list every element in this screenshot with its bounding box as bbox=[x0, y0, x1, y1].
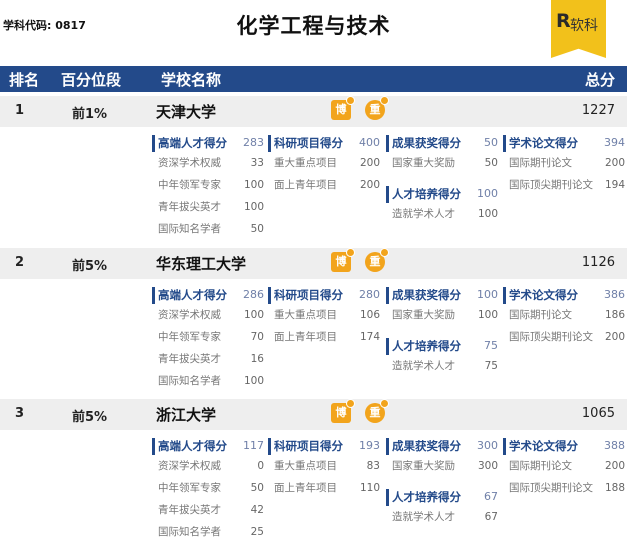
item-general-projects: 面上青年项目 200 bbox=[274, 179, 380, 191]
item-major-projects: 重大重点项目 83 bbox=[274, 460, 380, 472]
item-general-projects: 面上青年项目 110 bbox=[274, 482, 380, 494]
talent-column: 高端人才得分 117 资深学术权威 0 中年领军专家 50 青年拔尖英才 42 国际知名… bbox=[152, 438, 264, 540]
category-papers: 学术论文得分 386 bbox=[503, 287, 625, 304]
header-total: 总分 bbox=[584, 71, 615, 89]
university-row[interactable]: 3 前5% 浙江大学 博 重 1065 bbox=[0, 399, 627, 430]
project-column: 科研项目得分 400 重大重点项目 200 面上青年项目 200 bbox=[268, 135, 380, 196]
logo-text: 软科 bbox=[570, 18, 598, 34]
key-discipline-badge-icon: 重 bbox=[365, 248, 389, 272]
total-score: 1126 bbox=[581, 255, 615, 270]
score-detail: 高端人才得分 286 资深学术权威 100 中年领军专家 70 青年拔尖英才 16 国际… bbox=[0, 279, 627, 397]
item-national-award: 国家重大奖励 50 bbox=[392, 157, 498, 169]
item-top-journal: 国际顶尖期刊论文 200 bbox=[509, 331, 625, 343]
score-detail: 高端人才得分 283 资深学术权威 33 中年领军专家 100 青年拔尖英才 100 国… bbox=[0, 127, 627, 245]
item-major-projects: 重大重点项目 106 bbox=[274, 309, 380, 321]
item-national-award: 国家重大奖励 300 bbox=[392, 460, 498, 472]
item-national-award: 国家重大奖励 100 bbox=[392, 309, 498, 321]
rank-value: 1 bbox=[15, 103, 25, 118]
university-name[interactable]: 华东理工大学 bbox=[156, 253, 246, 274]
rank-value: 3 bbox=[15, 406, 25, 421]
category-training: 人才培养得分 100 bbox=[386, 186, 498, 203]
university-row[interactable]: 2 前5% 华东理工大学 博 重 1126 bbox=[0, 248, 627, 279]
page-title: 化学工程与技术 bbox=[236, 14, 391, 38]
item-intl-journal: 国际期刊论文 186 bbox=[509, 309, 625, 321]
doctoral-badge-icon: 博 bbox=[331, 96, 355, 120]
header-rank: 排名 bbox=[9, 71, 40, 89]
item-international-scholar: 国际知名学者 100 bbox=[158, 375, 264, 387]
university-name[interactable]: 天津大学 bbox=[156, 101, 216, 122]
item-midcareer-expert: 中年领军专家 70 bbox=[158, 331, 264, 343]
category-talent: 高端人才得分 286 bbox=[152, 287, 264, 304]
project-column: 科研项目得分 280 重大重点项目 106 面上青年项目 174 bbox=[268, 287, 380, 348]
category-papers: 学术论文得分 388 bbox=[503, 438, 625, 455]
item-young-talent: 青年拔尖英才 100 bbox=[158, 201, 264, 213]
item-intl-journal: 国际期刊论文 200 bbox=[509, 460, 625, 472]
paper-column: 学术论文得分 388 国际期刊论文 200 国际顶尖期刊论文 188 bbox=[503, 438, 625, 499]
category-training: 人才培养得分 67 bbox=[386, 489, 498, 506]
university-name[interactable]: 浙江大学 bbox=[156, 404, 216, 425]
item-international-scholar: 国际知名学者 25 bbox=[158, 526, 264, 538]
project-column: 科研项目得分 193 重大重点项目 83 面上青年项目 110 bbox=[268, 438, 380, 499]
rank-value: 2 bbox=[15, 255, 25, 270]
logo-r-icon: R bbox=[556, 10, 571, 32]
item-trained-talent: 造就学术人才 67 bbox=[392, 511, 498, 523]
item-international-scholar: 国际知名学者 50 bbox=[158, 223, 264, 235]
total-score: 1227 bbox=[581, 103, 615, 118]
category-papers: 学术论文得分 394 bbox=[503, 135, 625, 152]
score-detail: 高端人才得分 117 资深学术权威 0 中年领军专家 50 青年拔尖英才 42 国际知名… bbox=[0, 430, 627, 540]
award-column: 成果获奖得分 50 国家重大奖励 50 人才培养得分 100 造就学术人才 100 bbox=[386, 135, 498, 225]
item-top-journal: 国际顶尖期刊论文 194 bbox=[509, 179, 625, 191]
header-percentile: 百分位段 bbox=[61, 71, 122, 89]
header-school: 学校名称 bbox=[161, 71, 222, 89]
doctoral-badge-icon: 博 bbox=[331, 248, 355, 272]
doctoral-badge-icon: 博 bbox=[331, 399, 355, 423]
paper-column: 学术论文得分 386 国际期刊论文 186 国际顶尖期刊论文 200 bbox=[503, 287, 625, 348]
table-header: 排名 百分位段 学校名称 总分 bbox=[0, 66, 627, 92]
item-midcareer-expert: 中年领军专家 100 bbox=[158, 179, 264, 191]
category-talent: 高端人才得分 117 bbox=[152, 438, 264, 455]
item-intl-journal: 国际期刊论文 200 bbox=[509, 157, 625, 169]
category-awards: 成果获奖得分 300 bbox=[386, 438, 498, 455]
category-training: 人才培养得分 75 bbox=[386, 338, 498, 355]
item-general-projects: 面上青年项目 174 bbox=[274, 331, 380, 343]
percentile-value: 前1% bbox=[72, 107, 108, 122]
item-top-journal: 国际顶尖期刊论文 188 bbox=[509, 482, 625, 494]
total-score: 1065 bbox=[581, 406, 615, 421]
category-awards: 成果获奖得分 100 bbox=[386, 287, 498, 304]
category-awards: 成果获奖得分 50 bbox=[386, 135, 498, 152]
key-discipline-badge-icon: 重 bbox=[365, 96, 389, 120]
item-trained-talent: 造就学术人才 100 bbox=[392, 208, 498, 220]
item-senior-authority: 资深学术权威 0 bbox=[158, 460, 264, 472]
percentile-value: 前5% bbox=[72, 410, 108, 425]
ruanke-logo: R 软科 bbox=[551, 0, 606, 58]
category-projects: 科研项目得分 193 bbox=[268, 438, 380, 455]
talent-column: 高端人才得分 283 资深学术权威 33 中年领军专家 100 青年拔尖英才 100 国… bbox=[152, 135, 264, 240]
paper-column: 学术论文得分 394 国际期刊论文 200 国际顶尖期刊论文 194 bbox=[503, 135, 625, 196]
item-senior-authority: 资深学术权威 33 bbox=[158, 157, 264, 169]
category-projects: 科研项目得分 400 bbox=[268, 135, 380, 152]
item-major-projects: 重大重点项目 200 bbox=[274, 157, 380, 169]
item-senior-authority: 资深学术权威 100 bbox=[158, 309, 264, 321]
item-young-talent: 青年拔尖英才 42 bbox=[158, 504, 264, 516]
item-young-talent: 青年拔尖英才 16 bbox=[158, 353, 264, 365]
percentile-value: 前5% bbox=[72, 259, 108, 274]
category-talent: 高端人才得分 283 bbox=[152, 135, 264, 152]
key-discipline-badge-icon: 重 bbox=[365, 399, 389, 423]
item-trained-talent: 造就学术人才 75 bbox=[392, 360, 498, 372]
award-column: 成果获奖得分 100 国家重大奖励 100 人才培养得分 75 造就学术人才 75 bbox=[386, 287, 498, 377]
talent-column: 高端人才得分 286 资深学术权威 100 中年领军专家 70 青年拔尖英才 16 国际… bbox=[152, 287, 264, 392]
category-projects: 科研项目得分 280 bbox=[268, 287, 380, 304]
award-column: 成果获奖得分 300 国家重大奖励 300 人才培养得分 67 造就学术人才 67 bbox=[386, 438, 498, 528]
top-bar: 学科代码: 0817 化学工程与技术 R 软科 bbox=[0, 0, 627, 58]
item-midcareer-expert: 中年领军专家 50 bbox=[158, 482, 264, 494]
university-row[interactable]: 1 前1% 天津大学 博 重 1227 bbox=[0, 96, 627, 127]
